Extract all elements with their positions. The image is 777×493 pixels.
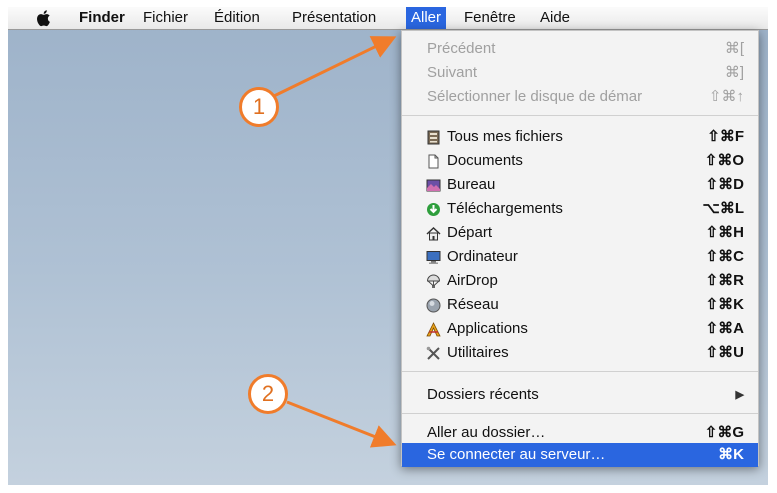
callout-arrows [273, 36, 397, 448]
desktop: Finder Fichier Édition Présentation Alle… [8, 7, 768, 485]
callout-1-arrow [273, 36, 397, 98]
callout-2-arrow [286, 400, 397, 448]
callout-1-badge: 1 [239, 87, 279, 127]
callout-2-badge: 2 [248, 374, 288, 414]
